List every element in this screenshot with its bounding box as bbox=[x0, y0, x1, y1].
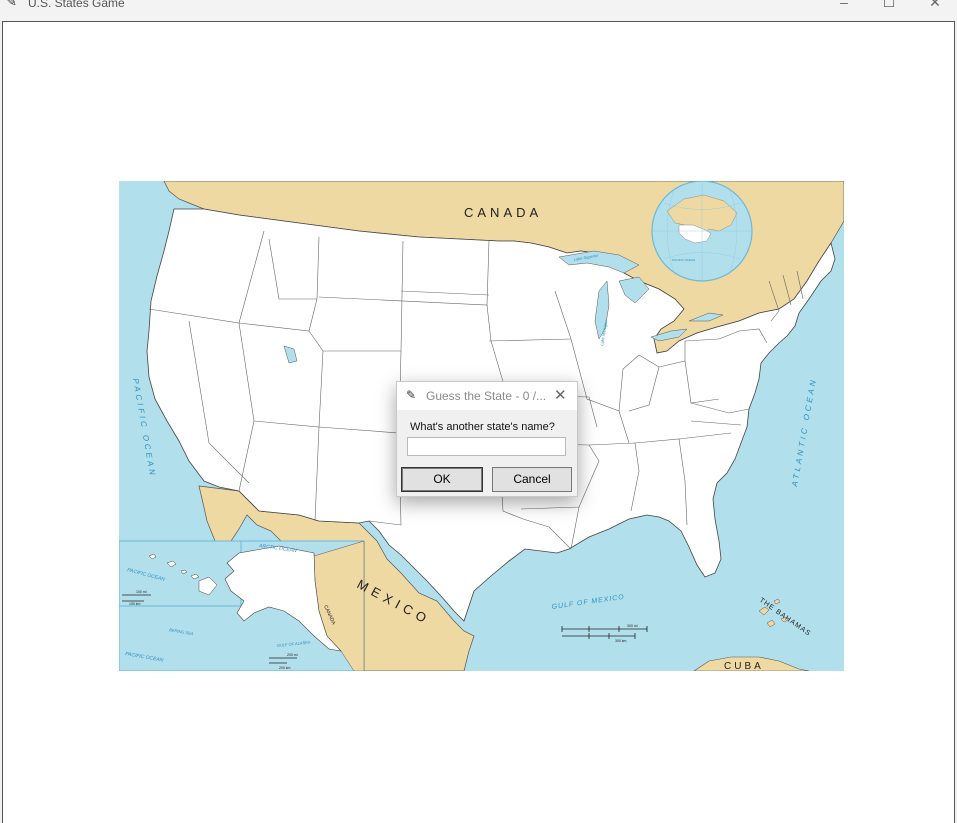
label-alaska-km: 200 km bbox=[279, 666, 291, 670]
maximize-button[interactable]: ☐ bbox=[874, 0, 904, 12]
label-hawaii-mi: 100 mi bbox=[136, 590, 147, 594]
minimize-button[interactable]: – bbox=[829, 0, 859, 12]
dialog-titlebar: ✎ Guess the State - 0 /... ✕ bbox=[397, 382, 577, 410]
ok-button[interactable]: OK bbox=[401, 467, 483, 492]
cancel-button[interactable]: Cancel bbox=[492, 467, 572, 492]
dialog-title: Guess the State - 0 /... bbox=[426, 389, 547, 403]
state-name-input[interactable] bbox=[407, 437, 566, 456]
feather-icon: ✎ bbox=[6, 0, 17, 9]
window-titlebar: ✎ U.S. States Game – ☐ ✕ bbox=[0, 0, 957, 21]
label-scale-mi: 300 mi bbox=[627, 624, 638, 628]
label-hawaii-km: 100 km bbox=[129, 602, 141, 606]
feather-icon: ✎ bbox=[406, 388, 417, 402]
window-title: U.S. States Game bbox=[28, 0, 125, 10]
label-cuba: CUBA bbox=[724, 661, 764, 671]
label-pacific-ocean-globe: PACIFIC OCEAN bbox=[672, 258, 695, 262]
guess-state-dialog: ✎ Guess the State - 0 /... ✕ What's anot… bbox=[396, 381, 578, 497]
close-button[interactable]: ✕ bbox=[920, 0, 950, 12]
dialog-prompt: What's another state's name? bbox=[410, 421, 555, 433]
label-canada: CANADA bbox=[464, 205, 542, 220]
label-alaska-mi: 200 mi bbox=[287, 653, 298, 657]
label-scale-km: 300 km bbox=[615, 639, 627, 643]
dialog-close-button[interactable]: ✕ bbox=[554, 386, 567, 404]
